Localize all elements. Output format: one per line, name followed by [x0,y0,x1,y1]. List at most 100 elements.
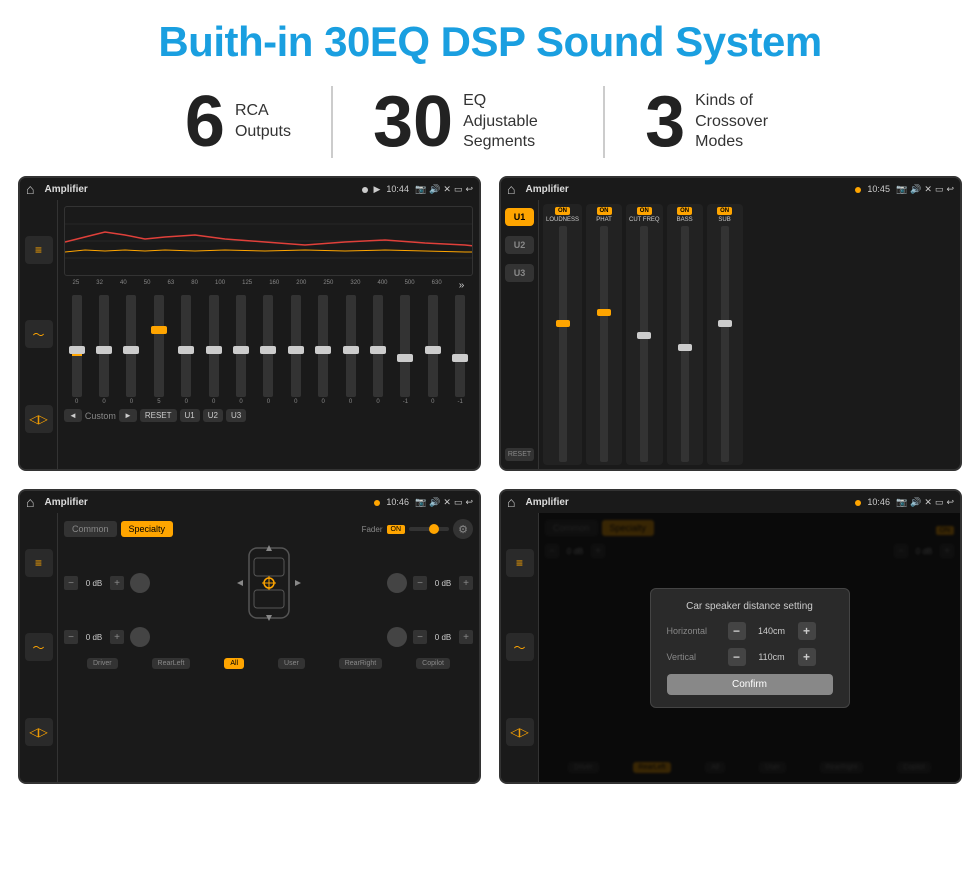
fader-on-badge[interactable]: ON [387,525,406,534]
dialog-status-icons: 📷 🔊 ✕ ▭ ↩ [896,497,954,508]
bass-on-badge[interactable]: ON [677,207,692,215]
cross-filter-btn[interactable]: ≡ [25,549,53,577]
amp-u3-btn[interactable]: U3 [505,264,534,282]
eq-slider-9[interactable]: 0 [291,295,301,405]
dialog-back-icon[interactable]: ↩ [946,497,954,508]
dialog-wave-btn[interactable]: 〜 [506,633,534,661]
horizontal-plus[interactable]: + [798,622,816,640]
back-icon[interactable]: ↩ [465,184,473,195]
sub-slider[interactable] [721,226,729,462]
eq-slider-11[interactable]: 0 [346,295,356,405]
eq-slider-7[interactable]: 0 [236,295,246,405]
eq-slider-13[interactable]: -1 [400,295,410,405]
eq-slider-12[interactable]: 0 [373,295,383,405]
more-icon[interactable]: » [459,280,465,291]
home-icon[interactable]: ⌂ [26,181,34,197]
eq-bottom-bar: ◄ Custom ► RESET U1 U2 U3 [64,409,473,422]
btn-copilot[interactable]: Copilot [416,658,450,669]
cross-wave-btn[interactable]: 〜 [25,633,53,661]
stat-number-crossover: 3 [645,86,685,158]
horizontal-minus[interactable]: − [728,622,746,640]
eq-slider-5[interactable]: 0 [181,295,191,405]
eq-wave-btn[interactable]: 〜 [25,320,53,348]
eq-u3-btn[interactable]: U3 [226,409,246,422]
amp-title: Amplifier [525,184,849,195]
db-plus-tl[interactable]: + [110,576,124,590]
eq-prev-btn[interactable]: ◄ [64,409,82,422]
phat-slider[interactable] [600,226,608,462]
confirm-button[interactable]: Confirm [667,674,833,695]
bass-slider[interactable] [681,226,689,462]
cutfreq-slider[interactable] [640,226,648,462]
sub-on-badge[interactable]: ON [717,207,732,215]
speaker-icon-tr [387,573,407,593]
db-plus-br[interactable]: + [459,630,473,644]
eq-volume-btn[interactable]: ◁▷ [25,405,53,433]
eq-slider-1[interactable]: 0 [72,295,82,405]
horizontal-label: Horizontal [667,626,722,636]
db-plus-tr[interactable]: + [459,576,473,590]
cross-sidebar: ≡ 〜 ◁▷ [20,513,58,782]
loudness-on-badge[interactable]: ON [555,207,570,215]
eq-u2-btn[interactable]: U2 [203,409,223,422]
cross-screen: ⌂ Amplifier 10:46 📷 🔊 ✕ ▭ ↩ ≡ 〜 ◁▷ Commo… [18,489,481,784]
amp-reset-btn[interactable]: RESET [505,448,534,461]
amp-sidebar: U1 U2 U3 RESET [501,200,539,469]
btn-rear-right[interactable]: RearRight [339,658,383,669]
loudness-slider[interactable] [559,226,567,462]
amp-home-icon[interactable]: ⌂ [507,181,515,197]
eq-u1-btn[interactable]: U1 [180,409,200,422]
car-diagram-svg [234,543,304,623]
db-control-br: − 0 dB + [387,627,473,647]
eq-slider-8[interactable]: 0 [263,295,273,405]
btn-driver[interactable]: Driver [87,658,118,669]
cross-tab-specialty[interactable]: Specialty [121,521,174,537]
eq-slider-4[interactable]: 5 [154,295,164,405]
cross-volume-icon: 🔊 [429,497,440,508]
eq-slider-14[interactable]: 0 [428,295,438,405]
eq-screen: ⌂ Amplifier ▶ 10:44 📷 🔊 ✕ ▭ ↩ ≡ 〜 ◁▷ [18,176,481,471]
amp-screen: ⌂ Amplifier 10:45 📷 🔊 ✕ ▭ ↩ U1 U2 U3 RES… [499,176,962,471]
cross-title: Amplifier [44,497,368,508]
db-control-tl: − 0 dB + [64,573,150,593]
btn-rear-left[interactable]: RearLeft [152,658,191,669]
phat-label: PHAT [596,217,612,223]
amp-u1-btn[interactable]: U1 [505,208,534,226]
fader-slider-track[interactable] [409,527,449,531]
db-plus-bl[interactable]: + [110,630,124,644]
phat-on-badge[interactable]: ON [597,207,612,215]
eq-content: ≡ 〜 ◁▷ [20,200,479,469]
btn-user[interactable]: User [278,658,305,669]
eq-reset-btn[interactable]: RESET [140,409,177,422]
cutfreq-on-badge[interactable]: ON [637,207,652,215]
dialog-filter-btn[interactable]: ≡ [506,549,534,577]
play-icon[interactable]: ▶ [374,184,381,195]
dialog-vol-btn[interactable]: ◁▷ [506,718,534,746]
eq-slider-15[interactable]: -1 [455,295,465,405]
eq-slider-2[interactable]: 0 [99,295,109,405]
db-minus-tr[interactable]: − [413,576,427,590]
db-minus-br[interactable]: − [413,630,427,644]
cross-back-icon[interactable]: ↩ [465,497,473,508]
dialog-volume-icon: 🔊 [910,497,921,508]
cross-vol-btn[interactable]: ◁▷ [25,718,53,746]
settings-icon[interactable]: ⚙ [453,519,473,539]
amp-back-icon[interactable]: ↩ [946,184,954,195]
cross-tab-common[interactable]: Common [64,521,117,537]
amp-u2-btn[interactable]: U2 [505,236,534,254]
eq-slider-3[interactable]: 0 [126,295,136,405]
cross-home-icon[interactable]: ⌂ [26,494,34,510]
eq-filter-btn[interactable]: ≡ [25,236,53,264]
dialog-home-icon[interactable]: ⌂ [507,494,515,510]
vertical-plus[interactable]: + [798,648,816,666]
vertical-minus[interactable]: − [728,648,746,666]
db-minus-tl[interactable]: − [64,576,78,590]
dialog-sidebar: ≡ 〜 ◁▷ [501,513,539,782]
amp-content: U1 U2 U3 RESET ON LOUDNESS [501,200,960,469]
btn-all[interactable]: All [224,658,244,669]
eq-slider-10[interactable]: 0 [318,295,328,405]
dialog-screen: ⌂ Amplifier 10:46 📷 🔊 ✕ ▭ ↩ ≡ 〜 ◁▷ Commo… [499,489,962,784]
eq-slider-6[interactable]: 0 [209,295,219,405]
db-minus-bl[interactable]: − [64,630,78,644]
eq-next-btn[interactable]: ► [119,409,137,422]
